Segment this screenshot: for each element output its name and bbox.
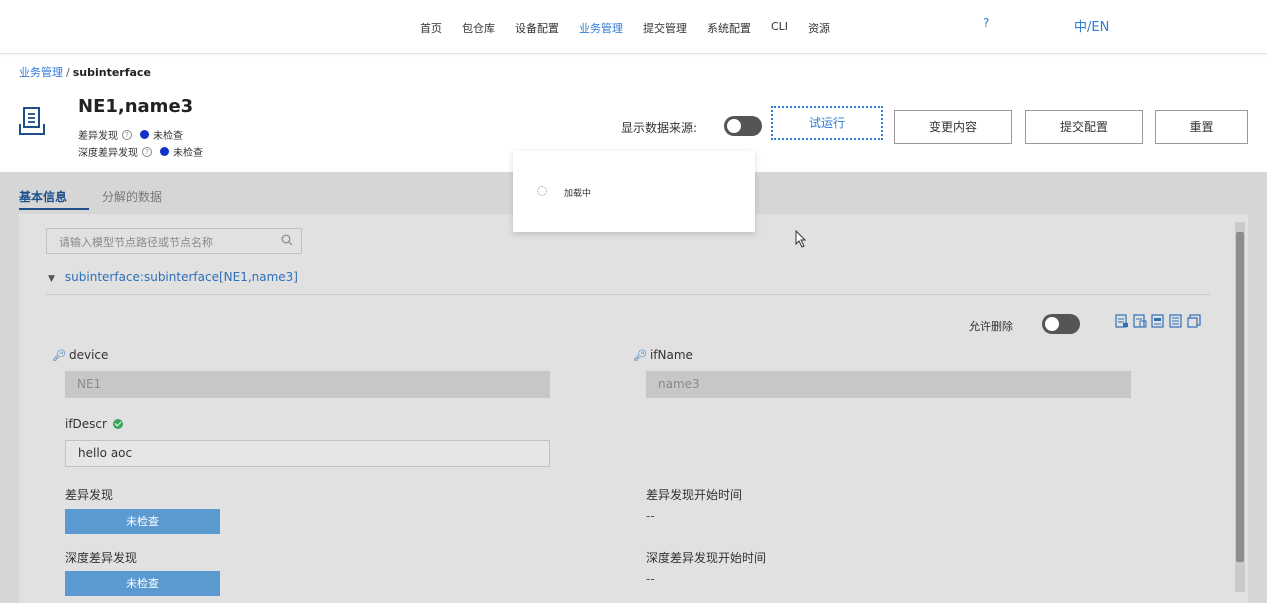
show-data-source-toggle[interactable] [724, 116, 762, 136]
loading-popup: 加载中 [513, 151, 755, 232]
breadcrumb-link-service-management[interactable]: 业务管理 [19, 66, 63, 79]
ifname-field: name3 [646, 371, 1131, 398]
toggle-knob [727, 119, 741, 133]
tab-basic-info[interactable]: 基本信息 [19, 188, 89, 210]
copy-icon[interactable] [1187, 314, 1201, 328]
diff-label: 差异发现 [78, 131, 118, 142]
status-dot-icon [140, 130, 149, 139]
search-placeholder: 请输入模型节点路径或节点名称 [59, 236, 213, 249]
status-dot-icon [160, 147, 169, 156]
export-icon[interactable] [1151, 314, 1165, 328]
deep-diff-status-button[interactable]: 未检查 [65, 571, 220, 596]
page-title: NE1,name3 [78, 96, 194, 117]
nav-item-package-repo[interactable]: 包仓库 [462, 20, 495, 36]
check-circle-icon [112, 419, 123, 429]
loading-text: 加载中 [564, 189, 592, 199]
top-navigation: 首页 包仓库 设备配置 业务管理 提交管理 系统配置 CLI 资源 ? 中/EN [0, 0, 1267, 54]
search-icon[interactable] [281, 234, 293, 246]
trial-run-button[interactable]: 试运行 [771, 106, 883, 140]
deep-diff-status: 未检查 [173, 148, 203, 159]
nav-item-home[interactable]: 首页 [420, 20, 442, 36]
document-icon [19, 107, 45, 135]
device-label-text: device [68, 348, 109, 362]
allow-delete-toggle[interactable] [1042, 314, 1080, 334]
tree-node-label: subinterface:subinterface[NE1,name3] [64, 270, 298, 284]
diff-status-button[interactable]: 未检查 [65, 509, 220, 534]
help-link[interactable]: ? [983, 16, 989, 30]
tab-decomposed-data[interactable]: 分解的数据 [102, 188, 162, 205]
nav-item-resources[interactable]: 资源 [808, 20, 830, 36]
ifdescr-field-label: ifDescr [65, 417, 123, 431]
nav-item-system-config[interactable]: 系统配置 [707, 20, 751, 36]
deep-diff-start-time-label: 深度差异发现开始时间 [646, 551, 767, 565]
change-content-button[interactable]: 变更内容 [894, 110, 1012, 144]
scrollbar-thumb[interactable] [1236, 232, 1244, 562]
breadcrumb-separator: / [66, 66, 70, 79]
diff-field-label: 差异发现 [65, 488, 114, 502]
help-circle-icon[interactable]: ? [122, 129, 132, 140]
diff-start-time-value: -- [646, 509, 655, 523]
ifdescr-label-text: ifDescr [65, 417, 107, 431]
nav-item-device-config[interactable]: 设备配置 [515, 20, 559, 36]
diff-status: 未检查 [153, 131, 183, 142]
expand-all-icon[interactable] [1115, 314, 1129, 328]
allow-delete-label: 允许删除 [969, 320, 1013, 333]
loading-spinner-icon [537, 186, 547, 196]
collapse-all-icon[interactable] [1133, 314, 1147, 328]
toggle-knob [1045, 317, 1059, 331]
deep-diff-status-row: 深度差异发现 ? 未检查 [78, 144, 203, 159]
help-circle-icon[interactable]: ? [142, 146, 152, 157]
ifdescr-input[interactable]: hello aoc [65, 440, 550, 467]
nav-item-commit-management[interactable]: 提交管理 [643, 20, 687, 36]
nav-menu: 首页 包仓库 设备配置 业务管理 提交管理 系统配置 CLI 资源 [420, 20, 850, 36]
divider [46, 294, 1210, 295]
device-field: NE1 [65, 371, 550, 398]
ifname-field-label: 🔑︎ ifName [633, 348, 693, 362]
ifname-label-text: ifName [649, 348, 693, 362]
node-search-input[interactable]: 请输入模型节点路径或节点名称 [46, 228, 302, 254]
diff-start-time-label: 差异发现开始时间 [646, 488, 743, 502]
content-panel: 请输入模型节点路径或节点名称 ▼ subinterface:subinterfac… [19, 214, 1248, 603]
key-icon: 🔑︎ [52, 348, 66, 362]
deep-diff-start-time-value: -- [646, 572, 655, 586]
tab-basic-info-label: 基本信息 [19, 190, 68, 204]
nav-item-service-management[interactable]: 业务管理 [579, 20, 623, 36]
mouse-pointer-icon [795, 230, 807, 248]
deep-diff-label: 深度差异发现 [78, 148, 138, 159]
vertical-scrollbar[interactable] [1235, 222, 1245, 592]
language-switch[interactable]: 中/EN [1074, 16, 1109, 35]
deep-diff-field-label: 深度差异发现 [65, 551, 138, 565]
import-icon[interactable] [1169, 314, 1183, 328]
tool-icon-group [1115, 314, 1201, 328]
tree-node-subinterface[interactable]: ▼ subinterface:subinterface[NE1,name3] [48, 270, 298, 284]
submit-config-button[interactable]: 提交配置 [1025, 110, 1143, 144]
nav-item-cli[interactable]: CLI [771, 20, 788, 36]
active-tab-underline [19, 208, 89, 210]
breadcrumb: 业务管理 / subinterface [19, 64, 151, 80]
caret-down-icon[interactable]: ▼ [48, 274, 55, 284]
key-icon: 🔑︎ [633, 348, 647, 362]
diff-status-row: 差异发现 ? 未检查 [78, 127, 183, 142]
breadcrumb-current: subinterface [72, 66, 151, 79]
show-data-source-label: 显示数据来源: [621, 121, 698, 135]
reset-button[interactable]: 重置 [1155, 110, 1248, 144]
device-field-label: 🔑︎ device [52, 348, 108, 362]
